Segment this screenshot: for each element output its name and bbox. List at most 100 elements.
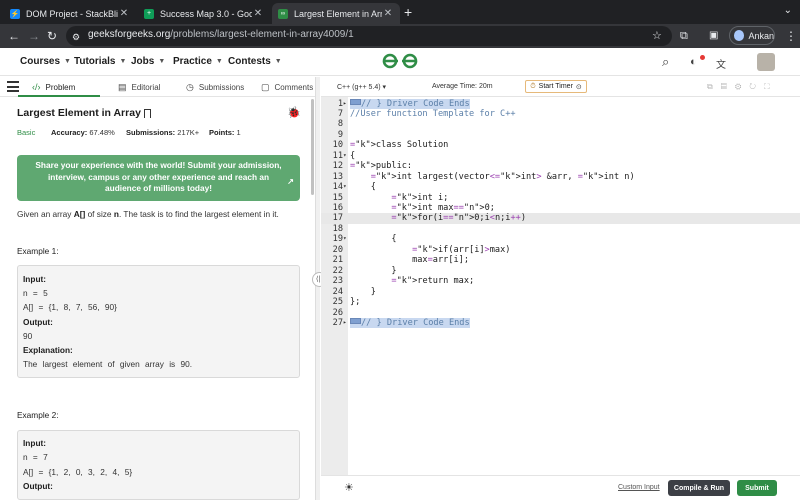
play-icon: ⊙ (575, 83, 582, 91)
tab-submissions[interactable]: ◷ Submissions (186, 82, 244, 93)
problem-scrollbar-thumb[interactable] (311, 99, 314, 195)
code-text: //User function Template for C++ (350, 108, 516, 119)
example-1-n: n = 5 (23, 288, 48, 298)
timer-icon: ⏱ (530, 82, 536, 90)
code-text: } (350, 265, 397, 276)
code-line[interactable]: 17 ="k">for(i=="n">0;i<n;i++) (321, 213, 800, 224)
code-line[interactable]: 9 (321, 130, 800, 140)
report-bug-icon[interactable]: 🐞 (287, 106, 301, 119)
translate-icon[interactable]: 文 (716, 56, 726, 71)
code-text: } (350, 286, 376, 297)
accuracy-label: Accuracy: (51, 128, 88, 137)
nav-label: Tutorials (74, 56, 116, 67)
profile-button[interactable]: Ankan (729, 26, 775, 45)
tab-comments[interactable]: ▢ Comments (261, 82, 313, 93)
menu-icon[interactable] (7, 81, 19, 92)
code-line[interactable]: 12 ="k">public: (321, 161, 800, 171)
url-domain: geeksforgeeks.org (88, 29, 171, 40)
new-tab-icon[interactable]: + (404, 4, 412, 20)
nav-practice[interactable]: Practice ▼ (173, 56, 223, 67)
nav-contests[interactable]: Contests ▼ (228, 56, 282, 67)
code-text: max=arr[i]; (350, 255, 470, 266)
desc-pre: Given an array (17, 209, 74, 219)
tab-editorial[interactable]: ▤ Editorial (118, 82, 160, 93)
settings-icon[interactable]: ⚙ (735, 82, 749, 91)
average-time: Average Time: 20m (432, 83, 493, 90)
close-tab-icon[interactable]: ✕ (252, 8, 264, 19)
custom-input-link[interactable]: Custom Input (618, 484, 660, 491)
url-text[interactable]: geeksforgeeks.org/problems/largest-eleme… (88, 29, 354, 40)
submit-button[interactable]: Submit (737, 480, 777, 496)
code-line[interactable]: 15 ="k">int i; (321, 193, 800, 203)
browser-tab-strip: ⚡ DOM Project - StackBlitz ✕ + Success M… (0, 0, 800, 24)
nav-jobs[interactable]: Jobs ▼ (131, 56, 165, 67)
fold-arrow-icon[interactable]: ▸ (343, 99, 349, 109)
code-line[interactable]: 7 //User function Template for C++ (321, 109, 800, 119)
code-line[interactable]: 16 ="k">int max=="n">0; (321, 203, 800, 213)
fullscreen-icon[interactable]: ⛶ (764, 82, 778, 91)
nav-courses[interactable]: Courses ▼ (20, 56, 71, 67)
browser-menu-icon[interactable]: ⋮ (785, 28, 797, 44)
close-tab-icon[interactable]: ✕ (382, 8, 394, 19)
fold-arrow-icon[interactable]: ▸ (343, 318, 349, 328)
clock-icon: ◷ (186, 82, 194, 92)
site-info-icon[interactable]: ⚙ (72, 29, 80, 45)
folded-code-marker[interactable] (350, 317, 361, 324)
reset-icon[interactable]: ↻ (749, 82, 764, 91)
gfg-logo[interactable] (382, 53, 418, 72)
fold-arrow-icon[interactable]: ▾ (343, 151, 349, 161)
bookmark-icon[interactable] (143, 108, 151, 118)
user-avatar[interactable] (757, 53, 775, 71)
desc-post: . The task is to find the largest elemen… (118, 209, 279, 219)
panel-divider[interactable] (315, 77, 320, 500)
code-line[interactable]: 10 ="k">class Solution (321, 140, 800, 150)
line-number: 11 (332, 150, 343, 161)
side-panel-icon[interactable]: ▣ (709, 28, 718, 44)
browser-tab-gfg[interactable]: ∞ Largest Element in Array | Pra ✕ (272, 3, 400, 24)
forward-icon[interactable]: → (28, 28, 40, 44)
close-tab-icon[interactable]: ✕ (118, 8, 130, 19)
reload-icon[interactable]: ↻ (47, 28, 57, 44)
dark-mode-icon[interactable]: ◐ (690, 56, 697, 68)
fold-arrow-icon[interactable]: ▾ (343, 182, 349, 192)
paste-icon[interactable]: ▤ (721, 82, 735, 91)
line-number: 10 (332, 140, 343, 151)
example-1-input-label: Input: (23, 274, 47, 284)
start-timer-button[interactable]: ⏱ Start Timer ⊙ (525, 80, 587, 93)
code-line[interactable]: 19 ▾ { (321, 234, 800, 244)
code-line[interactable]: 1 ▸// } Driver Code Ends (321, 98, 800, 109)
code-text: ="k">class Solution (350, 140, 449, 151)
theme-toggle-icon[interactable]: ☀ (344, 481, 354, 494)
code-line[interactable]: 20 ="k">if(arr[i]>max) (321, 245, 800, 255)
browser-tab-stackblitz[interactable]: ⚡ DOM Project - StackBlitz ✕ (4, 3, 136, 24)
code-line[interactable]: 8 (321, 119, 800, 129)
code-text: { (350, 234, 397, 245)
code-line[interactable]: 25}; (321, 297, 800, 307)
code-line[interactable]: 23 ="k">return max; (321, 276, 800, 286)
language-select[interactable]: C++ (g++ 5.4) ▾ (337, 83, 386, 91)
code-line[interactable]: 18 (321, 224, 800, 234)
copy-icon[interactable]: ⧉ (707, 82, 721, 91)
tab-problem[interactable]: ‹/› Problem (32, 82, 75, 92)
code-line[interactable]: 21 max=arr[i]; (321, 255, 800, 265)
code-line[interactable]: 22 } (321, 266, 800, 276)
code-line[interactable]: 11 ▾{ (321, 151, 800, 161)
code-line[interactable]: 26 (321, 308, 800, 318)
code-line[interactable]: 27 ▸// } Driver Code Ends (321, 317, 800, 329)
compile-run-button[interactable]: Compile & Run (668, 480, 730, 496)
code-line[interactable]: 24 } (321, 287, 800, 297)
extensions-icon[interactable]: ⧉ (680, 28, 688, 44)
search-icon[interactable]: ⌕ (662, 54, 669, 70)
tab-search-chevron-icon[interactable]: ⌄ (784, 5, 792, 16)
code-line[interactable]: 14 ▾ { (321, 182, 800, 192)
folded-code-marker[interactable] (350, 98, 361, 105)
code-line[interactable]: 13 ="k">int largest(vector<="k">int> &ar… (321, 172, 800, 182)
nav-tutorials[interactable]: Tutorials ▼ (74, 56, 126, 67)
fold-arrow-icon[interactable]: ▾ (343, 234, 349, 244)
bookmark-star-icon[interactable]: ☆ (652, 28, 662, 44)
browser-tab-success-map[interactable]: + Success Map 3.0 - Google S ✕ (138, 3, 270, 24)
accuracy-stat: Accuracy: 67.48% (51, 128, 115, 137)
back-icon[interactable]: ← (8, 28, 20, 44)
code-text: ="k">public: (350, 161, 413, 172)
experience-banner[interactable]: Share your experience with the world! Su… (17, 155, 300, 201)
